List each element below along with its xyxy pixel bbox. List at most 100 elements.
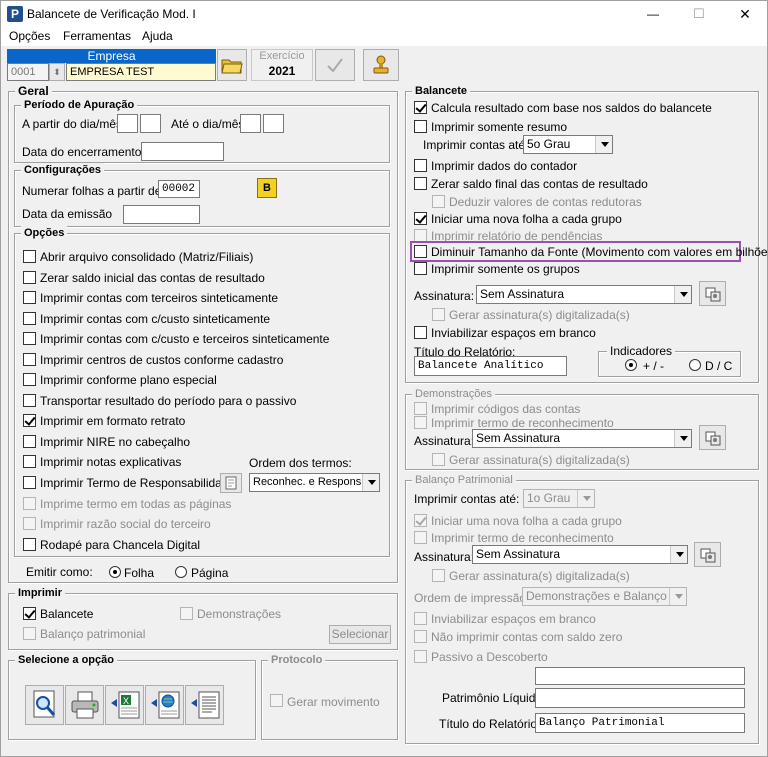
empresa-name-field[interactable]: EMPRESA TEST xyxy=(66,63,216,81)
tool-button[interactable] xyxy=(363,49,399,81)
somente-grupos-checkbox[interactable] xyxy=(414,262,427,275)
window-title: Balancete de Verificação Mod. I xyxy=(27,7,196,21)
passivo-field[interactable] xyxy=(535,667,745,685)
spin-icon: ⬍ xyxy=(53,67,61,77)
passivo-checkbox[interactable] xyxy=(414,650,427,663)
folha-radio[interactable] xyxy=(109,566,121,578)
opcao-label: Imprimir contas com c/custo e terceiros … xyxy=(40,332,330,346)
balanco-termo-checkbox[interactable] xyxy=(414,531,427,544)
opcao-checkbox[interactable] xyxy=(23,332,36,345)
demonstracoes-checkbox[interactable] xyxy=(180,607,193,620)
excel-icon: X xyxy=(110,691,139,719)
periodo-title: Período de Apuração xyxy=(21,98,138,112)
ordem-impressao-value: Demonstrações e Balanço xyxy=(526,589,667,603)
opcao-checkbox[interactable] xyxy=(23,517,36,530)
opcao-checkbox[interactable] xyxy=(23,455,36,468)
empresa-code-field[interactable]: 0001 xyxy=(7,63,49,81)
somente-resumo-checkbox[interactable] xyxy=(414,120,427,133)
close-button[interactable]: ✕ xyxy=(723,1,767,27)
balanco-label: Balanço patrimonial xyxy=(40,627,146,641)
chevron-down-icon xyxy=(362,474,379,491)
from-day-field[interactable] xyxy=(117,114,138,133)
opcao-checkbox[interactable] xyxy=(23,353,36,366)
opcao-checkbox[interactable] xyxy=(23,250,36,263)
indicadores-title: Indicadores xyxy=(607,344,676,358)
inviabilizar-checkbox[interactable] xyxy=(414,326,427,339)
dados-contador-checkbox[interactable] xyxy=(414,159,427,172)
balanco-inviabilizar-checkbox[interactable] xyxy=(414,612,427,625)
titulo-relatorio-field[interactable]: Balancete Analítico xyxy=(414,356,567,376)
balanco-assinatura-manage-button[interactable] xyxy=(694,542,721,567)
balanco-gerar-assin-checkbox[interactable] xyxy=(432,569,445,582)
balanco-titulo-field[interactable]: Balanço Patrimonial xyxy=(535,713,745,733)
closing-date-field[interactable] xyxy=(141,142,224,161)
nova-folha-checkbox[interactable] xyxy=(414,212,427,225)
opcao-checkbox[interactable] xyxy=(23,373,36,386)
from-month-field[interactable] xyxy=(140,114,161,133)
menu-bar: Opções Ferramentas Ajuda xyxy=(1,27,767,46)
number-pages-field[interactable]: 00002 xyxy=(158,180,200,198)
contas-ate-select[interactable]: 5o Grau xyxy=(523,135,613,154)
opcao-checkbox[interactable] xyxy=(23,476,36,489)
confirm-button[interactable] xyxy=(315,49,355,81)
deduzir-checkbox[interactable] xyxy=(432,195,445,208)
balancete-checkbox[interactable] xyxy=(23,607,36,620)
opcao-checkbox[interactable] xyxy=(23,538,36,551)
opcao-checkbox[interactable] xyxy=(23,435,36,448)
assinatura-select[interactable]: Sem Assinatura xyxy=(476,285,692,304)
opcao-checkbox[interactable] xyxy=(23,291,36,304)
print-button[interactable] xyxy=(65,685,104,725)
selecionar-button[interactable]: Selecionar xyxy=(329,625,391,644)
to-month-field[interactable] xyxy=(263,114,284,133)
demo-assinatura-manage-button[interactable] xyxy=(699,425,726,450)
zerar-saldo-checkbox[interactable] xyxy=(414,177,427,190)
export-web-button[interactable] xyxy=(145,685,184,725)
cod-contas-checkbox[interactable] xyxy=(414,402,427,415)
emission-date-field[interactable] xyxy=(123,205,200,224)
somente-resumo-label: Imprimir somente resumo xyxy=(431,120,568,134)
ordem-impressao-select[interactable]: Demonstrações e Balanço xyxy=(522,587,687,606)
assinatura-manage-button[interactable] xyxy=(699,281,726,306)
demo-gerar-assin-checkbox[interactable] xyxy=(432,453,445,466)
gerar-movimento-checkbox[interactable] xyxy=(270,694,283,707)
open-folder-button[interactable] xyxy=(217,49,247,81)
export-text-button[interactable] xyxy=(185,685,224,725)
imprimir-title: Imprimir xyxy=(15,586,66,600)
to-day-field[interactable] xyxy=(240,114,261,133)
export-excel-button[interactable]: X xyxy=(105,685,144,725)
opcao-checkbox[interactable] xyxy=(23,271,36,284)
balanco-nova-folha-checkbox[interactable] xyxy=(414,514,427,527)
patrimonio-field[interactable] xyxy=(535,688,745,708)
opcao-checkbox[interactable] xyxy=(23,497,36,510)
demo-termo-label: Imprimir termo de reconhecimento xyxy=(431,416,614,430)
balanco-contas-ate-select[interactable]: 1o Grau xyxy=(523,489,595,508)
b-button[interactable]: B xyxy=(257,178,277,198)
menu-ferramentas[interactable]: Ferramentas xyxy=(63,29,131,43)
preview-button[interactable] xyxy=(25,685,64,725)
menu-ajuda[interactable]: Ajuda xyxy=(142,29,173,43)
calcula-checkbox[interactable] xyxy=(414,101,427,114)
indicador-dc-radio[interactable] xyxy=(689,359,701,371)
nao-imprimir-checkbox[interactable] xyxy=(414,630,427,643)
demo-assinatura-select[interactable]: Sem Assinatura xyxy=(472,429,692,448)
balanco-assinatura-select[interactable]: Sem Assinatura xyxy=(472,545,688,564)
deduzir-label: Deduzir valores de contas redutoras xyxy=(449,195,642,209)
gerar-assin-checkbox[interactable] xyxy=(432,308,445,321)
demo-termo-checkbox[interactable] xyxy=(414,416,427,429)
text-document-icon xyxy=(190,691,219,719)
ordem-termos-select[interactable]: Reconhec. e Respons. xyxy=(249,473,380,492)
indicador-plusminus-radio[interactable] xyxy=(625,359,637,371)
pagina-radio[interactable] xyxy=(175,566,187,578)
opcao-checkbox[interactable] xyxy=(23,414,36,427)
empresa-spin-button[interactable]: ⬍ xyxy=(49,63,65,81)
minimize-button[interactable]: — xyxy=(631,1,675,27)
menu-opcoes[interactable]: Opções xyxy=(9,29,50,43)
maximize-button[interactable]: ☐ xyxy=(677,1,721,27)
opcao-checkbox[interactable] xyxy=(23,312,36,325)
opcao-checkbox[interactable] xyxy=(23,394,36,407)
opcao-label: Imprimir contas com c/custo sinteticamen… xyxy=(40,312,271,326)
diminuir-checkbox[interactable] xyxy=(414,245,427,258)
termo-config-button[interactable] xyxy=(220,473,242,493)
title-bar: P Balancete de Verificação Mod. I — ☐ ✕ xyxy=(1,1,767,27)
balanco-checkbox[interactable] xyxy=(23,627,36,640)
